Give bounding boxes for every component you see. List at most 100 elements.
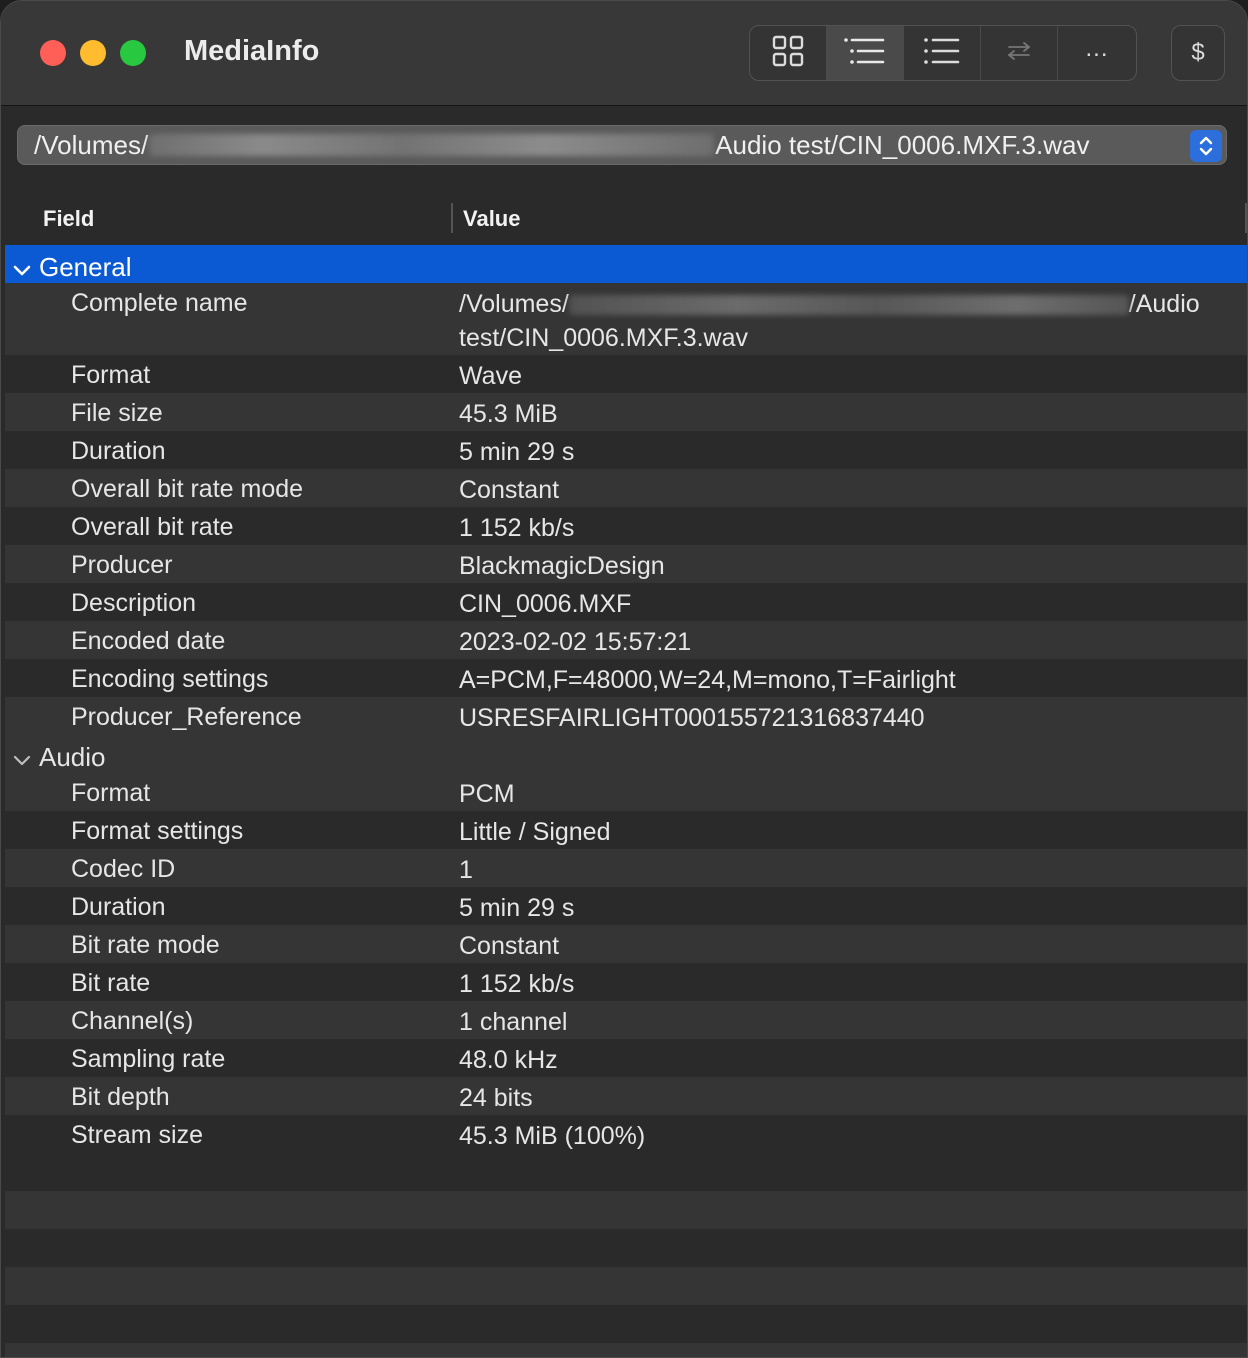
column-divider-end [1245, 203, 1247, 233]
table-row[interactable]: Codec ID 1 [5, 849, 1247, 887]
table-row[interactable]: Duration 5 min 29 s [5, 887, 1247, 925]
section-row-audio[interactable]: Audio [5, 735, 1247, 773]
empty-row [5, 1267, 1247, 1305]
table-row[interactable]: Encoded date 2023-02-02 15:57:21 [5, 621, 1247, 659]
path-prefix: /Volumes/ [34, 129, 149, 160]
close-window-button[interactable] [40, 40, 66, 66]
field-cell: Duration [71, 437, 166, 465]
value-cell: PCM [459, 780, 515, 808]
field-cell: Format [71, 779, 151, 807]
list-view-button[interactable] [904, 26, 981, 80]
section-label-audio: Audio [39, 742, 106, 772]
value-cell: USRESFAIRLIGHT000155721316837440 [459, 704, 925, 732]
field-cell: Stream size [71, 1121, 203, 1149]
table-row[interactable]: Complete name /Volumes/ /Audio test/CIN_0… [5, 283, 1247, 355]
empty-row [5, 1229, 1247, 1267]
value-cell: 1 152 kb/s [459, 514, 575, 542]
value-cell: BlackmagicDesign [459, 552, 665, 580]
redacted-path-segment [149, 134, 715, 156]
compare-arrows-icon [1006, 41, 1032, 66]
field-cell: Format settings [71, 817, 244, 845]
table-row[interactable]: Overall bit rate mode Constant [5, 469, 1247, 507]
field-cell: Duration [71, 893, 166, 921]
general-rows: Format Wave File size 45.3 MiB Duration 5 min… [5, 355, 1247, 735]
table-row[interactable]: Sampling rate 48.0 kHz [5, 1039, 1247, 1077]
app-title: MediaInfo [184, 35, 320, 67]
value-cell: 2023-02-02 15:57:21 [459, 628, 692, 656]
table-row[interactable]: Producer_Reference USRESFAIRLIGHT00015572… [5, 697, 1247, 735]
table-row[interactable]: Duration 5 min 29 s [5, 431, 1247, 469]
sponsor-button[interactable]: $ [1171, 25, 1225, 81]
chevron-down-icon[interactable] [13, 746, 31, 775]
value-cell: 1 152 kb/s [459, 970, 575, 998]
field-cell: Producer [71, 551, 173, 579]
list-view-icon [923, 37, 961, 70]
tree-view-button[interactable] [827, 26, 904, 80]
table-row[interactable]: Format PCM [5, 773, 1247, 811]
value-cell: 48.0 kHz [459, 1046, 558, 1074]
grid-view-button[interactable] [750, 26, 827, 80]
view-mode-toolbar: ... [749, 25, 1137, 81]
value-cell: 5 min 29 s [459, 894, 575, 922]
field-cell: Format [71, 361, 151, 389]
field-cell: Sampling rate [71, 1045, 226, 1073]
complete-name-line2: test/CIN_0006.MXF.3.wav [459, 324, 749, 352]
compare-button[interactable] [981, 26, 1058, 80]
table-row[interactable]: Channel(s) 1 channel [5, 1001, 1247, 1039]
table-row[interactable]: Bit rate mode Constant [5, 925, 1247, 963]
file-path-popup[interactable]: /Volumes/Audio test/CIN_0006.MXF.3.wav [17, 125, 1227, 165]
value-cell: A=PCM,F=48000,W=24,M=mono,T=Fairlight [459, 666, 956, 694]
complete-name-prefix: /Volumes/ [459, 290, 569, 318]
field-cell: Encoded date [71, 627, 226, 655]
field-cell: Complete name [71, 289, 248, 317]
title-bar: MediaInfo ... $ [1, 1, 1247, 106]
table-row[interactable]: Bit rate 1 152 kb/s [5, 963, 1247, 1001]
table-header: Field Value [5, 191, 1247, 245]
column-divider[interactable] [451, 203, 453, 233]
field-cell: Producer_Reference [71, 703, 302, 731]
minimize-window-button[interactable] [80, 40, 106, 66]
column-header-field[interactable]: Field [43, 206, 94, 232]
field-cell: Description [71, 589, 197, 617]
redacted-path-segment [568, 295, 1129, 316]
table-row[interactable]: Format Wave [5, 355, 1247, 393]
field-cell: Channel(s) [71, 1007, 194, 1035]
zoom-window-button[interactable] [120, 40, 146, 66]
value-cell: /Volumes/ /Audio test/CIN_0006.MXF.3.wav [459, 287, 1219, 355]
section-row-general[interactable]: General [5, 245, 1247, 283]
value-cell: 1 [459, 856, 473, 884]
field-cell: Bit rate mode [71, 931, 220, 959]
table-row[interactable]: File size 45.3 MiB [5, 393, 1247, 431]
mediainfo-window: MediaInfo ... $ /Volumes/ Audio test/CIN… [0, 0, 1248, 1358]
table-row[interactable]: Stream size 45.3 MiB (100%) [5, 1115, 1247, 1153]
section-label-general: General [39, 252, 132, 282]
value-cell: 24 bits [459, 1084, 533, 1112]
table-row[interactable]: Overall bit rate 1 152 kb/s [5, 507, 1247, 545]
popup-up-down-icon[interactable] [1190, 130, 1222, 162]
table-row[interactable]: Bit depth 24 bits [5, 1077, 1247, 1115]
chevron-down-icon[interactable] [13, 256, 31, 285]
value-cell: Constant [459, 476, 560, 504]
complete-name-suffix: /Audio [1128, 290, 1200, 318]
table-body: General Complete name /Volumes/ /Audio te… [5, 245, 1247, 1357]
more-options-button[interactable]: ... [1058, 26, 1136, 80]
field-cell: File size [71, 399, 163, 427]
value-cell: Constant [459, 932, 560, 960]
value-cell: 45.3 MiB (100%) [459, 1122, 646, 1150]
field-cell: Bit rate [71, 969, 151, 997]
empty-row [5, 1191, 1247, 1229]
empty-rows [5, 1153, 1247, 1357]
column-header-value[interactable]: Value [463, 206, 520, 232]
table-row[interactable]: Description CIN_0006.MXF [5, 583, 1247, 621]
info-table: Field Value General Complete name /Volum… [5, 191, 1247, 1357]
value-cell: Little / Signed [459, 818, 611, 846]
table-row[interactable]: Format settings Little / Signed [5, 811, 1247, 849]
empty-row [5, 1305, 1247, 1343]
value-cell: CIN_0006.MXF [459, 590, 632, 618]
grid-view-icon [772, 35, 804, 72]
tree-view-icon [843, 37, 887, 70]
table-row[interactable]: Producer BlackmagicDesign [5, 545, 1247, 583]
field-cell: Overall bit rate [71, 513, 234, 541]
field-cell: Overall bit rate mode [71, 475, 304, 503]
table-row[interactable]: Encoding settings A=PCM,F=48000,W=24,M=mo… [5, 659, 1247, 697]
